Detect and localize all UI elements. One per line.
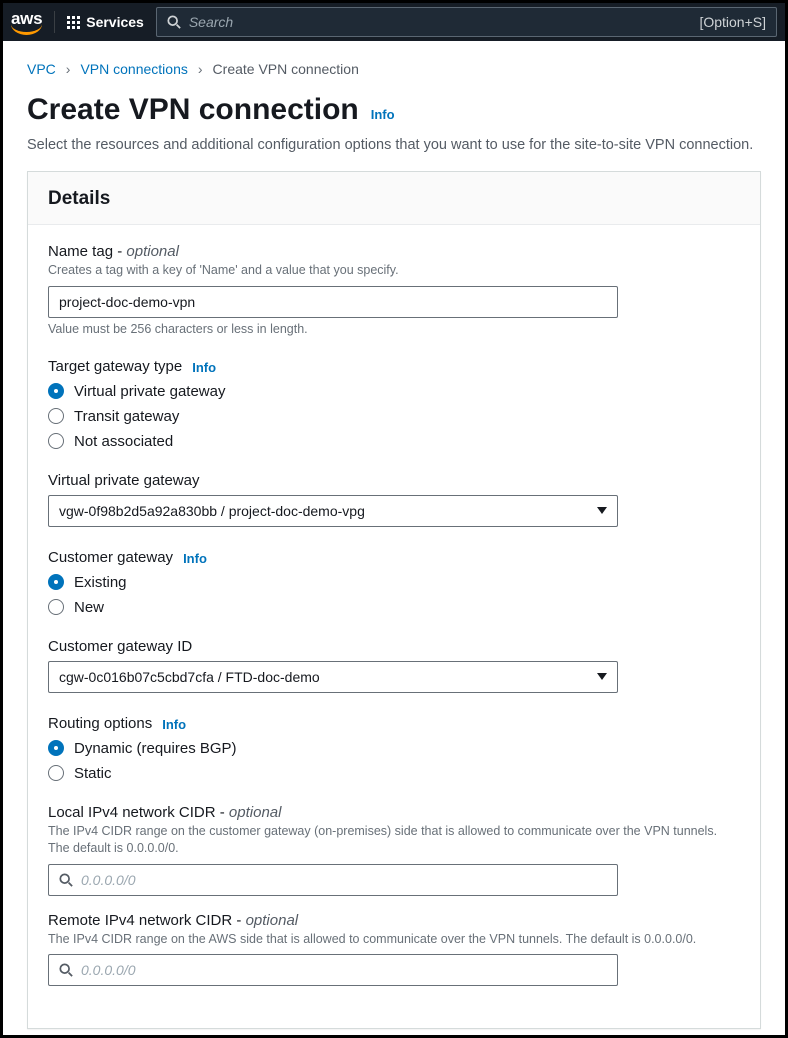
select-vpg-value: vgw-0f98b2d5a92a830bb / project-doc-demo… <box>59 503 365 519</box>
chevron-right-icon: › <box>66 61 71 77</box>
breadcrumb-vpn-connections[interactable]: VPN connections <box>80 61 187 77</box>
select-cgw-id-value: cgw-0c016b07c5cbd7cfa / FTD-doc-demo <box>59 669 320 685</box>
page-title-row: Create VPN connection Info <box>3 89 785 137</box>
label-cgw-id: Customer gateway ID <box>48 638 740 655</box>
grid-icon <box>67 16 80 29</box>
chevron-down-icon <box>597 673 607 680</box>
chevron-down-icon <box>597 507 607 514</box>
radio-transit-gateway[interactable]: Transit gateway <box>48 408 740 425</box>
radio-static[interactable]: Static <box>48 765 740 782</box>
desc-name-tag: Creates a tag with a key of 'Name' and a… <box>48 262 740 280</box>
field-routing: Routing options Info Dynamic (requires B… <box>48 715 740 782</box>
search-placeholder: Search <box>189 14 233 30</box>
page-subtitle: Select the resources and additional conf… <box>3 137 785 171</box>
placeholder-local-cidr: 0.0.0.0/0 <box>81 872 136 888</box>
field-target-gateway: Target gateway type Info Virtual private… <box>48 358 740 450</box>
search-hint: [Option+S] <box>699 14 766 30</box>
desc-remote-cidr: The IPv4 CIDR range on the AWS side that… <box>48 931 740 949</box>
field-cgw-id: Customer gateway ID cgw-0c016b07c5cbd7cf… <box>48 638 740 693</box>
field-local-cidr: Local IPv4 network CIDR - optional The I… <box>48 804 740 896</box>
input-remote-cidr[interactable]: 0.0.0.0/0 <box>48 954 618 986</box>
radio-dot-icon <box>48 383 64 399</box>
select-vpg[interactable]: vgw-0f98b2d5a92a830bb / project-doc-demo… <box>48 495 618 527</box>
panel-title: Details <box>28 172 760 225</box>
radio-not-associated[interactable]: Not associated <box>48 433 740 450</box>
info-link[interactable]: Info <box>371 107 395 122</box>
field-vpg: Virtual private gateway vgw-0f98b2d5a92a… <box>48 472 740 527</box>
radio-dot-icon <box>48 408 64 424</box>
label-customer-gateway: Customer gateway <box>48 549 173 566</box>
radio-dot-icon <box>48 599 64 615</box>
select-cgw-id[interactable]: cgw-0c016b07c5cbd7cfa / FTD-doc-demo <box>48 661 618 693</box>
page-title: Create VPN connection <box>27 93 359 127</box>
label-target-gateway: Target gateway type <box>48 358 182 375</box>
aws-logo[interactable]: aws <box>11 9 42 35</box>
label-routing: Routing options <box>48 715 152 732</box>
breadcrumb: VPC › VPN connections › Create VPN conne… <box>3 41 785 89</box>
breadcrumb-vpc[interactable]: VPC <box>27 61 56 77</box>
radio-new[interactable]: New <box>48 599 740 616</box>
field-remote-cidr: Remote IPv4 network CIDR - optional The … <box>48 912 740 987</box>
radio-dot-icon <box>48 574 64 590</box>
placeholder-remote-cidr: 0.0.0.0/0 <box>81 962 136 978</box>
info-link[interactable]: Info <box>162 717 186 732</box>
radio-dot-icon <box>48 765 64 781</box>
top-nav: aws Services Search [Option+S] <box>3 3 785 41</box>
input-name-tag[interactable] <box>48 286 618 318</box>
field-customer-gateway: Customer gateway Info Existing New <box>48 549 740 616</box>
services-label: Services <box>86 14 144 30</box>
label-local-cidr: Local IPv4 network CIDR - optional <box>48 804 740 821</box>
info-link[interactable]: Info <box>183 551 207 566</box>
radio-dot-icon <box>48 433 64 449</box>
global-search[interactable]: Search [Option+S] <box>156 7 777 37</box>
desc-local-cidr: The IPv4 CIDR range on the customer gate… <box>48 823 740 858</box>
breadcrumb-current: Create VPN connection <box>213 61 359 77</box>
radio-dot-icon <box>48 740 64 756</box>
radio-virtual-private-gateway[interactable]: Virtual private gateway <box>48 383 740 400</box>
label-vpg: Virtual private gateway <box>48 472 740 489</box>
radio-dynamic[interactable]: Dynamic (requires BGP) <box>48 740 740 757</box>
divider <box>54 11 55 33</box>
search-icon <box>59 963 73 977</box>
search-icon <box>167 15 181 29</box>
label-remote-cidr: Remote IPv4 network CIDR - optional <box>48 912 740 929</box>
details-panel: Details Name tag - optional Creates a ta… <box>27 171 761 1029</box>
info-link[interactable]: Info <box>192 360 216 375</box>
input-local-cidr[interactable]: 0.0.0.0/0 <box>48 864 618 896</box>
radio-existing[interactable]: Existing <box>48 574 740 591</box>
hint-name-tag: Value must be 256 characters or less in … <box>48 322 740 336</box>
label-name-tag: Name tag - optional <box>48 243 740 260</box>
search-icon <box>59 873 73 887</box>
field-name-tag: Name tag - optional Creates a tag with a… <box>48 243 740 336</box>
chevron-right-icon: › <box>198 61 203 77</box>
services-menu[interactable]: Services <box>67 14 144 30</box>
